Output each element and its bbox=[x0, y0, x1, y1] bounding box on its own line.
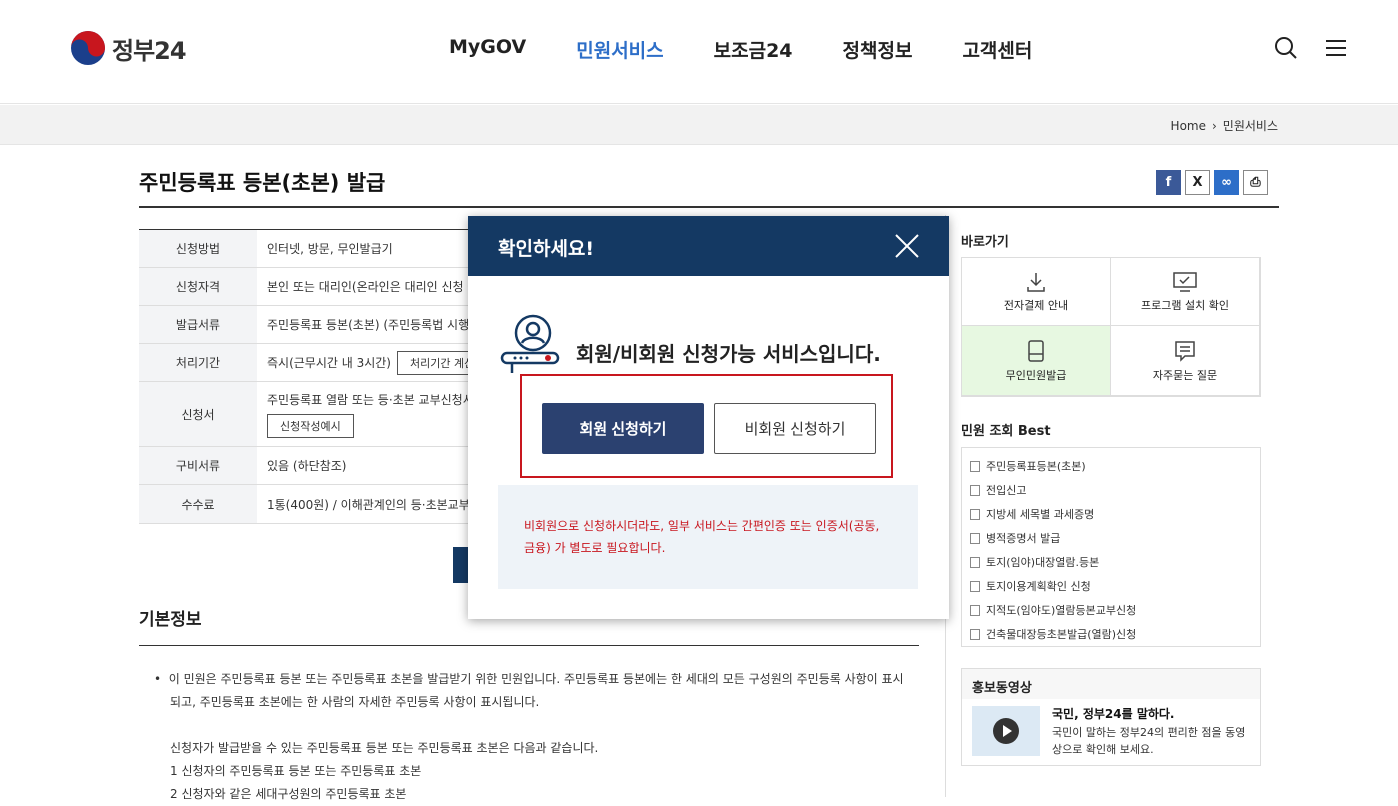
guest-apply-button[interactable]: 비회원 신청하기 bbox=[714, 403, 876, 454]
modal-header: 확인하세요! bbox=[468, 216, 949, 276]
confirm-modal: 확인하세요! 회원/비회원 신청가능 서비스입니다. 회원 신청하기 비회원 신… bbox=[468, 216, 949, 619]
modal-notice: 비회원으로 신청하시더라도, 일부 서비스는 간편인증 또는 인증서(공동, 금… bbox=[498, 485, 918, 589]
member-apply-button[interactable]: 회원 신청하기 bbox=[542, 403, 704, 454]
user-card-icon bbox=[500, 314, 560, 373]
close-icon[interactable] bbox=[893, 232, 921, 260]
modal-title: 확인하세요! bbox=[498, 238, 595, 260]
modal-message: 회원/비회원 신청가능 서비스입니다. bbox=[576, 342, 881, 366]
